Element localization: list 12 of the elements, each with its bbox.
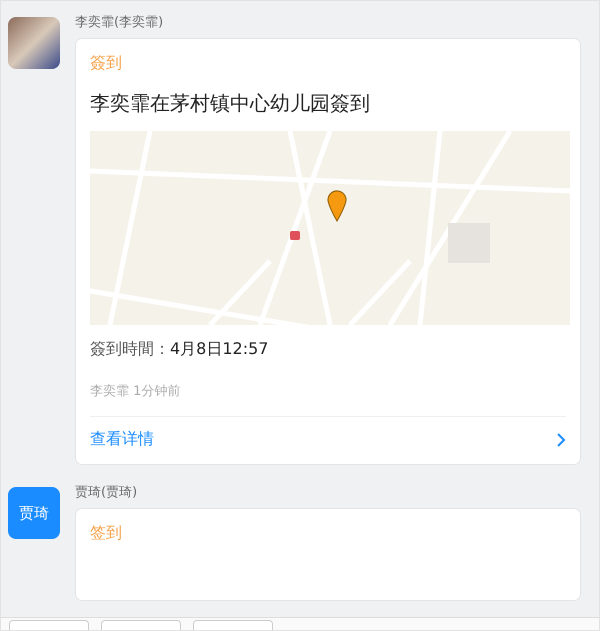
avatar-photo-placeholder <box>8 17 60 69</box>
card-meta: 李奕霏 1分钟前 <box>90 382 566 417</box>
card-type-label: 簽到 <box>90 53 123 74</box>
card-title: 李奕霏在茅村镇中心幼儿园簽到 <box>90 90 371 117</box>
sender-name: 李奕霏(李奕霏) <box>75 14 164 31</box>
time-label: 簽到時間： <box>90 339 170 360</box>
avatar: 贾琦 <box>8 487 60 539</box>
card-type-label: 签到 <box>90 523 123 544</box>
details-link[interactable]: 查看详情 <box>90 429 154 450</box>
chevron-right-icon[interactable] <box>556 432 566 446</box>
time-value: 4月8日12:57 <box>170 339 268 360</box>
sender-name: 贾琦(贾琦) <box>75 484 138 501</box>
